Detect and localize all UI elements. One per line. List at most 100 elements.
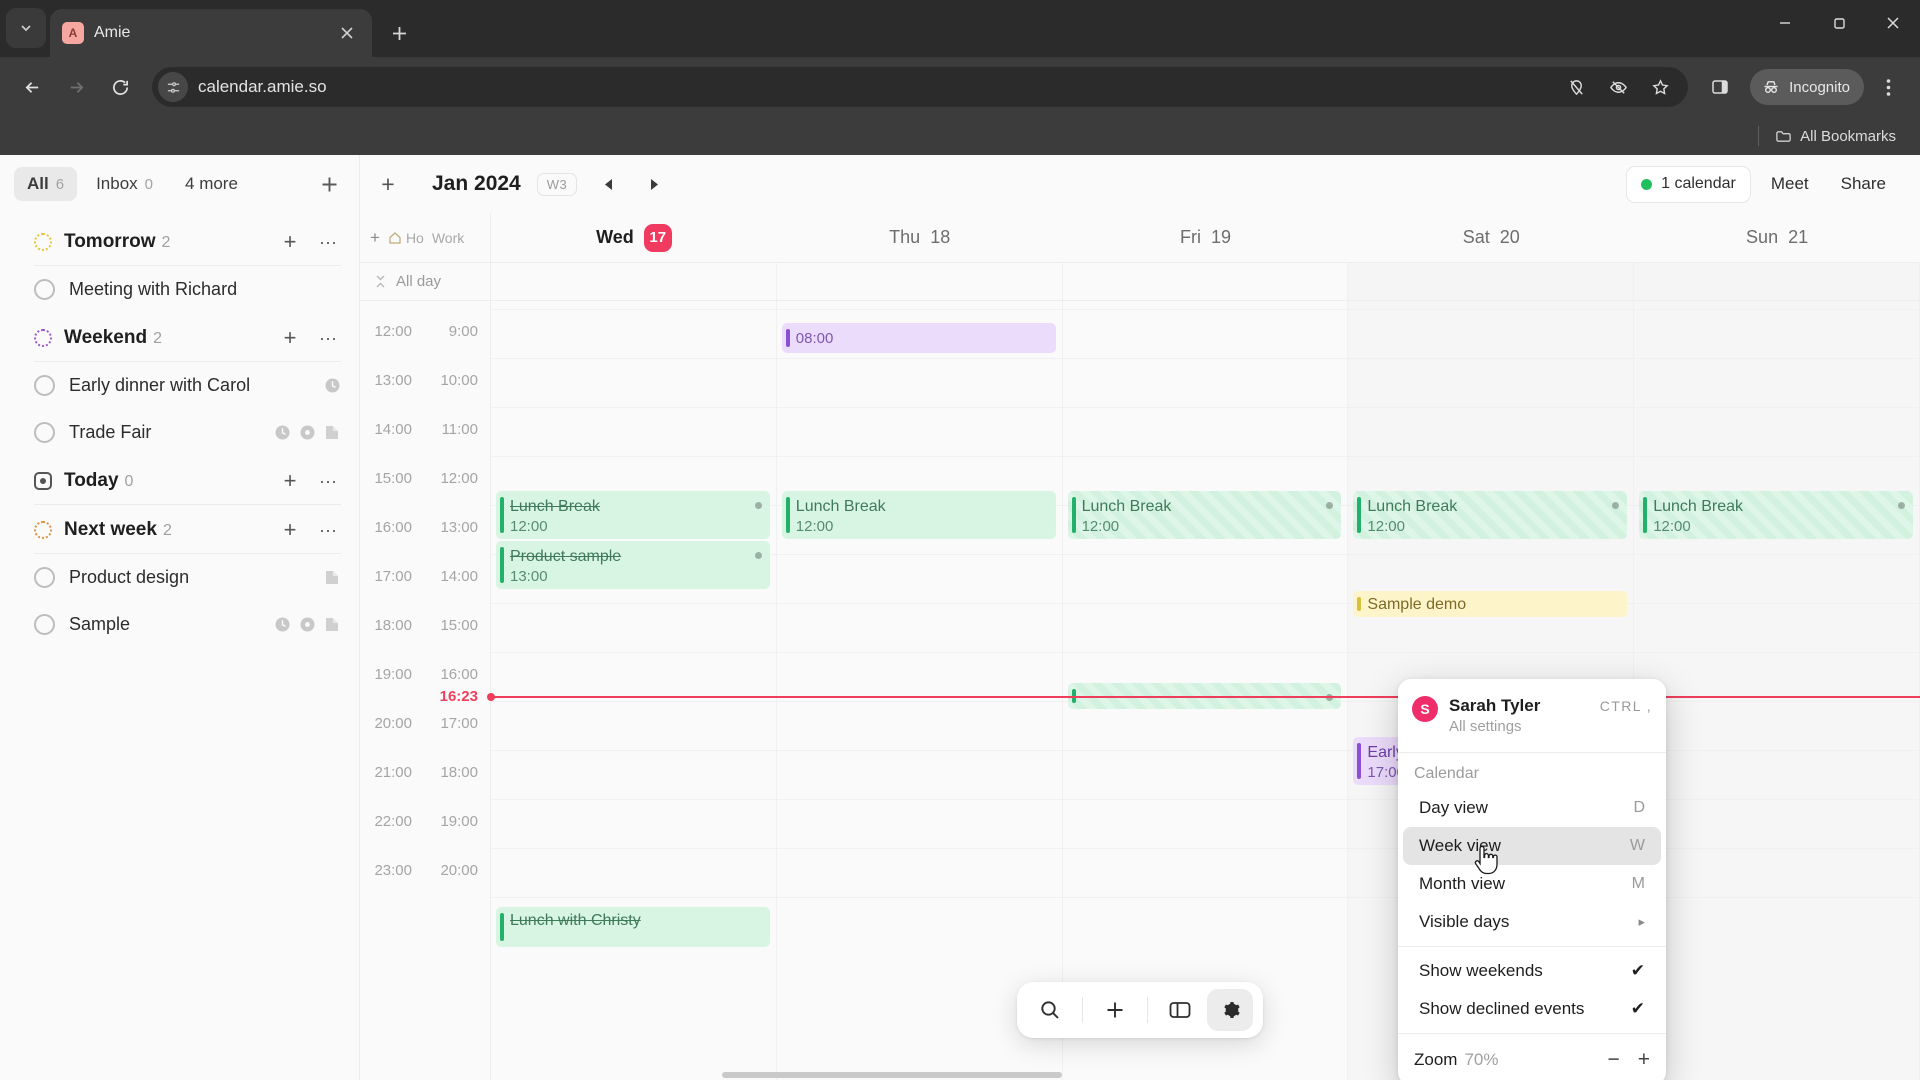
list-item[interactable]: Early dinner with Carol [0,362,359,409]
sidebar-filter-inbox[interactable]: Inbox 0 [83,167,166,201]
calendar-event[interactable]: Product sample 13:00 [496,541,770,589]
forward-icon[interactable] [56,67,96,107]
hour-gridline [1634,848,1919,849]
menu-item-month-view[interactable]: Month view M [1403,865,1661,903]
gear-icon[interactable] [1207,989,1253,1031]
search-icon[interactable] [1027,989,1073,1031]
plus-icon[interactable] [1092,989,1138,1031]
menu-item-day-view[interactable]: Day view D [1403,789,1661,827]
day-header-wed[interactable]: Wed 17 [491,213,777,262]
window-close-icon[interactable] [1866,0,1920,46]
sidebar-filter-all[interactable]: All 6 [14,167,78,201]
day-column-fri[interactable]: Lunch Break 12:00 [1062,301,1349,1080]
bookmark-star-icon[interactable] [1640,67,1680,107]
calendar-event[interactable]: Lunch Break 12:00 [781,491,1056,539]
day-header-fri[interactable]: Fri 19 [1063,213,1349,262]
side-panel-icon[interactable] [1700,67,1740,107]
day-header-sat[interactable]: Sat 20 [1348,213,1634,262]
menu-toggle-show-weekends[interactable]: Show weekends ✔ [1403,952,1661,990]
site-settings-icon[interactable] [158,72,188,102]
home-calendar-tag[interactable]: Ho [388,230,424,246]
calendar-event[interactable]: Lunch Break 12:00 [496,491,770,539]
week-number-badge[interactable]: W3 [536,172,578,196]
day-header-thu[interactable]: Thu 18 [777,213,1063,262]
calendar-event[interactable]: Lunch Break 12:00 [1639,491,1913,539]
all-day-cell[interactable] [1063,263,1349,300]
calendar-event[interactable]: Sample demo [1353,591,1628,617]
all-day-cell[interactable] [1634,263,1920,300]
incognito-label: Incognito [1789,78,1850,96]
day-column-sun[interactable]: Lunch Break 12:00 [1634,301,1920,1080]
group-add-button[interactable]: + [277,229,303,255]
menu-item-week-view[interactable]: Week view W [1403,827,1661,865]
list-item[interactable]: Sample [0,601,359,648]
minimize-icon[interactable] [1758,0,1812,46]
all-day-cell[interactable] [777,263,1063,300]
task-group-header-today[interactable]: Today 0 + ··· [0,458,359,504]
filter-label: All [27,174,49,193]
list-item[interactable]: Product design [0,554,359,601]
share-button[interactable]: Share [1829,166,1898,202]
new-tab-button[interactable] [380,14,418,52]
task-checkbox[interactable] [34,422,55,443]
tab-search-icon[interactable] [6,8,46,48]
calendar-event[interactable]: Lunch Break 12:00 [1353,491,1628,539]
calendar-event[interactable]: 08:00 [781,323,1056,353]
day-column-wed[interactable]: Lunch Break 12:00 Product sample 13:00 Lunch… [491,301,777,1080]
task-checkbox[interactable] [34,375,55,396]
event-color-bar [500,497,504,533]
task-checkbox[interactable] [34,567,55,588]
calendar-event[interactable]: Lunch with Christy [496,907,770,947]
incognito-indicator[interactable]: Incognito [1750,69,1864,105]
address-bar[interactable]: calendar.amie.so [152,67,1689,107]
calendar-event[interactable]: Lunch Break 12:00 [1067,491,1342,539]
task-checkbox[interactable] [34,614,55,635]
prev-week-button[interactable] [593,169,623,199]
meet-button[interactable]: Meet [1759,166,1821,202]
hour-gridline [1062,848,1348,849]
task-checkbox[interactable] [34,279,55,300]
all-bookmarks-button[interactable]: All Bookmarks [1769,124,1902,149]
group-more-button[interactable]: ··· [315,468,341,494]
list-item[interactable]: Meeting with Richard [0,266,359,313]
account-menu-item[interactable]: S Sarah Tyler All settings CTRL , [1398,685,1666,747]
day-column-thu[interactable]: 08:00 Lunch Break 12:00 [776,301,1063,1080]
sidebar-filter-4-more[interactable]: 4 more [172,167,251,201]
task-group-header-next-week[interactable]: Next week 2 + ··· [0,507,359,553]
all-day-cell[interactable] [1348,263,1635,300]
close-icon[interactable] [334,20,360,46]
add-task-button[interactable] [313,168,345,200]
next-week-button[interactable] [639,169,669,199]
maximize-icon[interactable] [1812,0,1866,46]
scrollbar-thumb[interactable] [722,1072,1062,1078]
calendars-count-button[interactable]: 1 calendar [1626,165,1751,203]
sidebar-panel-icon[interactable] [1157,989,1203,1031]
chrome-menu-icon[interactable] [1868,67,1908,107]
group-add-button[interactable]: + [277,325,303,351]
group-add-button[interactable]: + [277,517,303,543]
list-item[interactable]: Trade Fair [0,409,359,456]
horizontal-scrollbar[interactable] [720,1072,1920,1080]
browser-tab-amie[interactable]: A Amie [50,9,372,57]
group-more-button[interactable]: ··· [315,325,341,351]
task-group-header-weekend[interactable]: Weekend 2 + ··· [0,315,359,361]
time-label-secondary: 21:00 [374,764,412,781]
day-header-sun[interactable]: Sun 21 [1634,213,1920,262]
all-day-cell[interactable] [491,263,777,300]
task-meta-icons [274,424,341,441]
work-calendar-tag[interactable]: Work [432,230,464,246]
task-group-header-tomorrow[interactable]: Tomorrow 2 + ··· [0,219,359,265]
group-more-button[interactable]: ··· [315,229,341,255]
add-calendar-tag-button[interactable]: + [370,228,380,248]
add-event-button[interactable]: + [360,171,416,198]
group-add-button[interactable]: + [277,468,303,494]
zoom-out-button[interactable]: − [1607,1048,1619,1072]
location-blocked-icon[interactable] [1556,67,1596,107]
menu-toggle-show-declined-events[interactable]: Show declined events ✔ [1403,990,1661,1028]
group-more-button[interactable]: ··· [315,517,341,543]
back-icon[interactable] [12,67,52,107]
menu-item-visible-days[interactable]: Visible days ▸ [1403,903,1661,941]
reload-icon[interactable] [100,67,140,107]
zoom-in-button[interactable]: + [1638,1048,1650,1072]
tracking-blocked-icon[interactable] [1598,67,1638,107]
